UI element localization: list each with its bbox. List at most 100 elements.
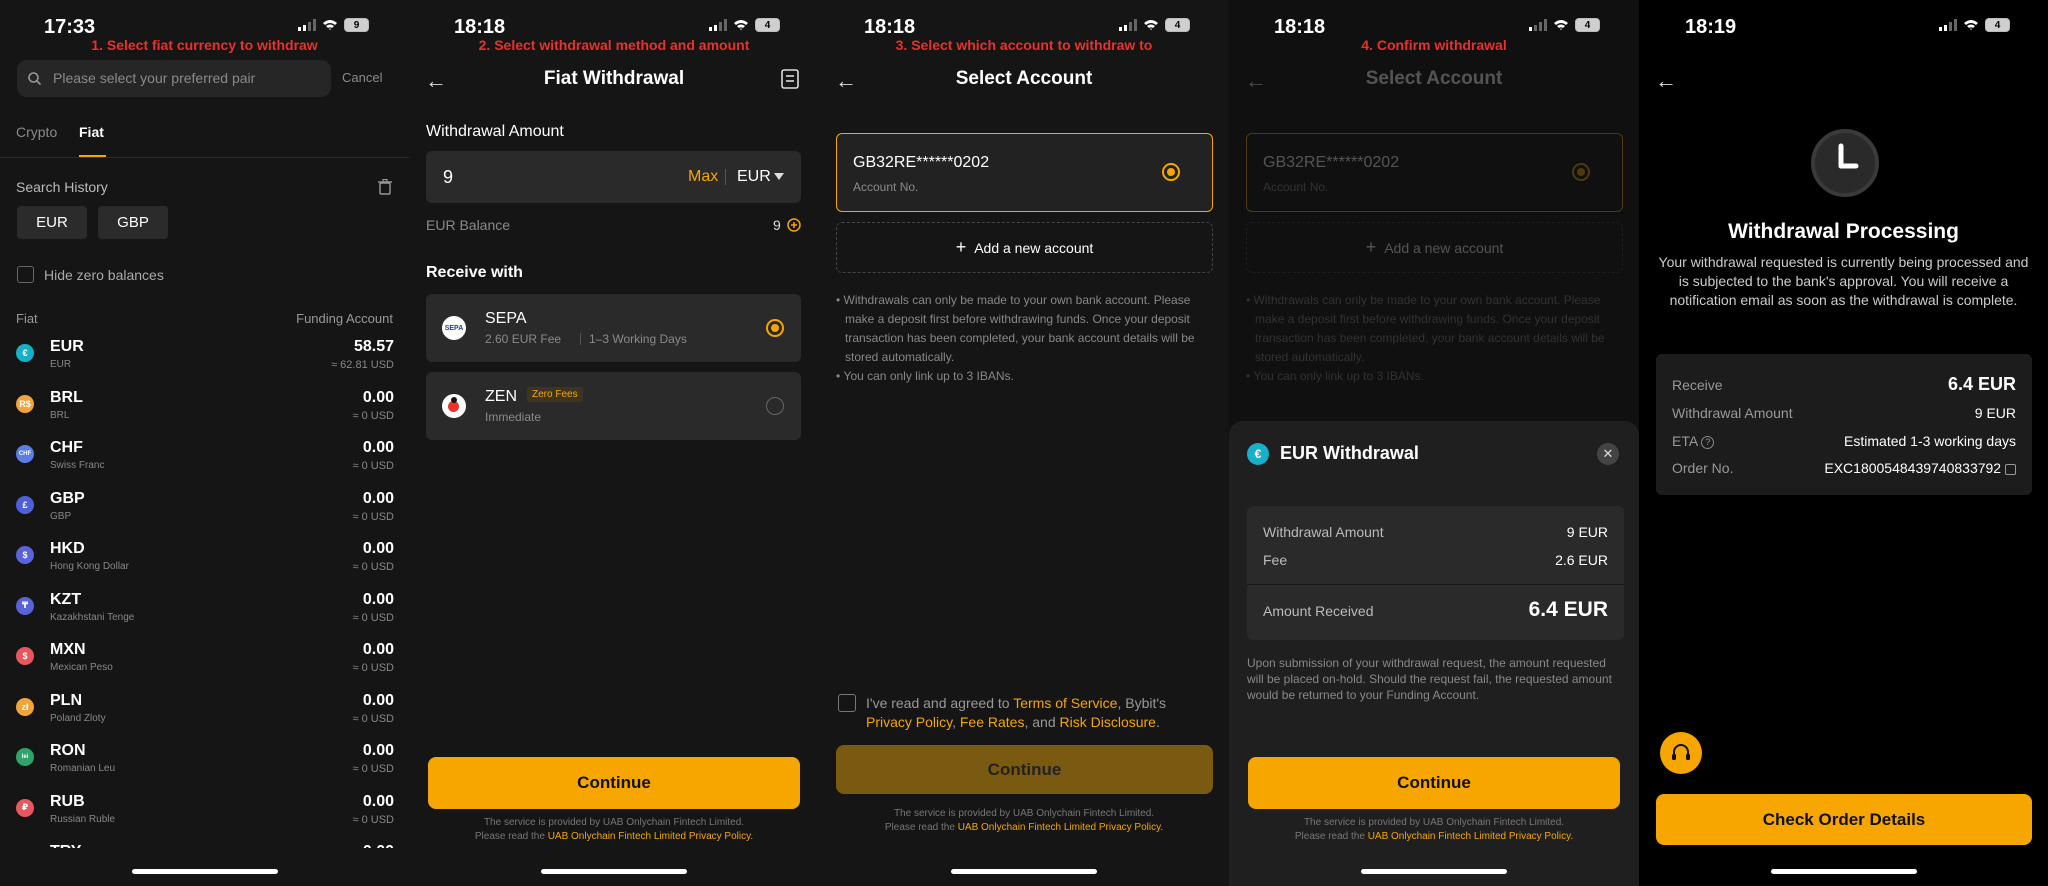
agree-checkbox[interactable]	[838, 694, 856, 712]
signal-icon	[1529, 19, 1547, 31]
radio-selected[interactable]	[766, 319, 784, 337]
add-funds-icon[interactable]	[787, 218, 801, 232]
fiat-row-brl[interactable]: R$ BRL BRL 0.00 ≈ 0 USD	[16, 389, 394, 439]
plus-icon: +	[1365, 237, 1377, 257]
column-funding-account: Funding Account	[296, 311, 393, 326]
method-fee: 2.60 EUR Fee	[485, 332, 562, 346]
risk-disclosure-link[interactable]: Risk Disclosure	[1060, 714, 1156, 730]
currency-code: RUB	[50, 792, 85, 810]
currency-select[interactable]: EUR	[737, 168, 771, 186]
balance-usd: ≈ 0 USD	[352, 460, 395, 472]
footer-line: The service is provided by UAB Onlychain…	[1303, 817, 1565, 828]
method-sepa[interactable]: SEPA SEPA 2.60 EUR Fee 1–3 Working Days	[426, 294, 801, 362]
balance-value: 0.00	[362, 641, 394, 658]
currency-icon: zł	[16, 697, 34, 716]
currency-icon: ₽	[16, 798, 34, 817]
privacy-policy-link[interactable]: UAB Onlychain Fintech Limited Privacy Po…	[1368, 831, 1573, 842]
add-account-button[interactable]: + Add a new account	[836, 222, 1213, 273]
continue-button[interactable]: Continue	[836, 745, 1213, 794]
divider	[1247, 584, 1624, 585]
continue-button[interactable]: Continue	[428, 757, 800, 809]
balance-value: 0.00	[362, 742, 394, 759]
hide-zero-checkbox[interactable]	[17, 266, 34, 283]
row-value: 6.4 EUR	[1947, 374, 2016, 394]
fiat-row-gbp[interactable]: £ GBP GBP 0.00 ≈ 0 USD	[16, 490, 394, 540]
account-number: GB32RE******0202	[1263, 154, 1400, 171]
add-account-label: Add a new account	[974, 239, 1094, 256]
back-arrow-icon[interactable]: ←	[1655, 68, 1677, 94]
terms-of-service-link[interactable]: Terms of Service	[1013, 695, 1117, 711]
history-chip-gbp[interactable]: GBP	[98, 206, 168, 239]
history-chip-eur[interactable]: EUR	[17, 206, 87, 239]
privacy-policy-link[interactable]: UAB Onlychain Fintech Limited Privacy Po…	[958, 822, 1163, 833]
trash-icon[interactable]	[378, 179, 392, 195]
signal-icon	[1939, 19, 1957, 31]
divider	[0, 157, 409, 158]
footer-line: Please read the UAB Onlychain Fintech Li…	[819, 821, 1229, 835]
list-clip	[0, 848, 409, 886]
order-number: EXC1800548439740833792	[1824, 460, 2002, 476]
help-icon[interactable]: ?	[1701, 435, 1715, 449]
balance-value: 0.00	[362, 792, 394, 810]
currency-code: HKD	[50, 540, 85, 557]
currency-icon: ₸	[16, 596, 34, 615]
cancel-button[interactable]: Cancel	[342, 70, 382, 85]
balance-value: 9	[773, 217, 781, 233]
fiat-row-rub[interactable]: ₽ RUB Russian Ruble 0.00 ≈ 0 USD	[16, 793, 394, 843]
fiat-row-kzt[interactable]: ₸ KZT Kazakhstani Tenge 0.00 ≈ 0 USD	[16, 591, 394, 641]
continue-button[interactable]: Continue	[1248, 757, 1620, 809]
divider	[580, 333, 581, 345]
fiat-row-pln[interactable]: zł PLN Poland Zloty 0.00 ≈ 0 USD	[16, 692, 394, 742]
page-title: Fiat Withdrawal	[543, 68, 685, 89]
fiat-row-eur[interactable]: € EUR EUR 58.57 ≈ 62.81 USD	[16, 338, 394, 388]
currency-name: EUR	[50, 359, 72, 370]
status-time: 18:18	[1274, 16, 1326, 38]
tab-crypto[interactable]: Crypto	[16, 124, 57, 140]
processing-description: Your withdrawal requested is currently b…	[1658, 254, 2029, 308]
divider	[725, 169, 726, 185]
balance-value: 0.00	[362, 540, 394, 557]
account-number: GB32RE******0202	[853, 154, 990, 171]
fiat-row-mxn[interactable]: $ MXN Mexican Peso 0.00 ≈ 0 USD	[16, 641, 394, 691]
max-button[interactable]: Max	[688, 168, 718, 186]
screen-select-account: 18:18 4 3. Select which account to withd…	[819, 0, 1229, 886]
fiat-row-chf[interactable]: CHF CHF Swiss Franc 0.00 ≈ 0 USD	[16, 439, 394, 489]
signal-icon	[298, 19, 316, 31]
currency-name: Mexican Peso	[50, 662, 113, 673]
check-order-details-button[interactable]: Check Order Details	[1656, 794, 2032, 845]
screen-select-currency: 17:33 9 1. Select fiat currency to withd…	[0, 0, 409, 886]
balance-value: 0.00	[362, 691, 394, 709]
radio-unselected[interactable]	[766, 397, 784, 415]
support-headset-icon[interactable]	[1660, 732, 1702, 774]
radio-selected[interactable]	[1162, 163, 1180, 181]
fiat-row-hkd[interactable]: $ HKD Hong Kong Dollar 0.00 ≈ 0 USD	[16, 540, 394, 590]
search-icon	[28, 72, 41, 85]
search-input[interactable]: Please select your preferred pair	[17, 60, 331, 97]
home-indicator	[131, 869, 278, 874]
agree-text: ,	[952, 714, 960, 730]
sheet-title: EUR Withdrawal	[1280, 443, 1419, 463]
copy-icon[interactable]	[2005, 463, 2016, 475]
order-history-icon[interactable]	[781, 69, 799, 89]
privacy-policy-link[interactable]: UAB Onlychain Fintech Limited Privacy Po…	[548, 831, 753, 842]
fiat-row-ron[interactable]: lei RON Romanian Leu 0.00 ≈ 0 USD	[16, 742, 394, 792]
wifi-icon	[323, 20, 337, 30]
step-caption: 4. Confirm withdrawal	[1361, 37, 1507, 53]
balance-usd: ≈ 0 USD	[352, 409, 395, 422]
currency-code: KZT	[50, 590, 82, 608]
method-name: SEPA	[485, 310, 527, 327]
fee-rates-link[interactable]: Fee Rates	[960, 714, 1025, 730]
bank-account-card[interactable]: GB32RE******0202 Account No.	[836, 133, 1213, 212]
footer-note: The service is provided by UAB Onlychain…	[409, 816, 819, 844]
row-value: 9 EUR	[1974, 405, 2016, 421]
step-caption: 2. Select withdrawal method and amount	[478, 37, 750, 53]
footer-line: The service is provided by UAB Onlychain…	[893, 808, 1155, 819]
privacy-policy-link[interactable]: Privacy Policy	[866, 714, 952, 730]
agree-text: .	[1155, 714, 1160, 730]
amount-input[interactable]: 9 Max EUR	[426, 151, 801, 203]
close-icon[interactable]: ✕	[1597, 443, 1619, 465]
footer-text: Please read the	[474, 831, 548, 842]
zen-logo-icon	[442, 394, 466, 418]
method-zen[interactable]: ZEN Zero Fees Immediate	[426, 372, 801, 440]
tab-fiat[interactable]: Fiat	[79, 124, 104, 140]
